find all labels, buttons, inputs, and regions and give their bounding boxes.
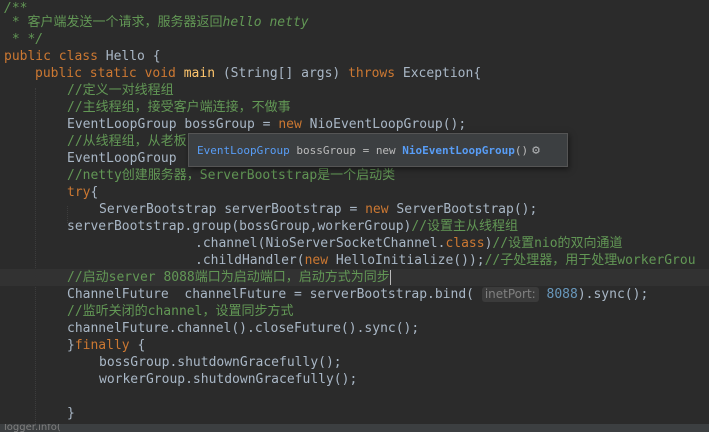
line-comment: //主线程组，接受客户端连接，不做事 [67, 100, 291, 115]
code-text: serverBootstrap.group(bossGroup,workerGr… [67, 219, 412, 234]
keyword: new [365, 202, 389, 217]
code-editor[interactable]: /** * 客户端发送一个请求，服务器返回hello netty * */ pu… [0, 0, 709, 432]
code-text: EventLoopGroup bossGroup = [67, 117, 279, 132]
keyword: public static void [35, 66, 176, 81]
code-text: .channel(NioServerSocketChannel. [195, 236, 446, 251]
brace: } [67, 406, 75, 421]
code-line: * */ [4, 31, 43, 48]
code-text: ServerBootstrap serverBootstrap = [99, 202, 366, 217]
current-line[interactable]: //启动server 8088端口为启动端口，启动方式为同步 [0, 269, 709, 286]
doc-comment-text: 客户端发送一个请求，服务器返回 [27, 15, 223, 30]
number-literal: 8088 [538, 287, 578, 302]
brace: { [90, 185, 99, 200]
code-text: workerGroup.shutdownGracefully(); [99, 372, 358, 387]
code-line: ServerBootstrap serverBootstrap = new Se… [99, 201, 537, 218]
code-text: EventLoopGroup [67, 151, 177, 166]
exception-type: Exception{ [395, 66, 482, 81]
code-line: //定义一对线程组 [67, 82, 174, 99]
code-text: NioEventLoopGroup(); [301, 117, 467, 132]
line-comment: //设置nio的双向通道 [492, 236, 623, 251]
keyword: finally [74, 338, 130, 353]
line-comment: //从线程组，从老板 [67, 134, 187, 149]
code-text: ChannelFuture channelFuture = serverBoot… [67, 287, 482, 302]
code-line: //监听关闭的channel，设置同步方式 [67, 303, 293, 320]
code-line: } [67, 405, 75, 422]
code-line: public static void main (String[] args) … [35, 65, 481, 82]
code-text: ).sync(); [577, 287, 649, 302]
indent-guide [35, 88, 37, 424]
code-line: try{ [67, 184, 98, 201]
gear-icon[interactable]: ⚙ [532, 143, 540, 158]
code-text: HelloInitialize()); [328, 253, 485, 268]
keyword: class [445, 236, 485, 251]
keyword: new [278, 117, 302, 132]
code-line: bossGroup.shutdownGracefully(); [99, 354, 342, 371]
line-comment: //子处理器，用于处理workerGrou [484, 253, 696, 268]
quick-doc-tooltip[interactable]: EventLoopGroup bossGroup = new NioEventL… [188, 133, 568, 167]
line-comment: //netty创建服务器，ServerBootstrap是一个启动类 [67, 168, 396, 183]
method-params: (String[] args) [215, 66, 349, 81]
code-line: public class Hello { [4, 48, 161, 65]
line-comment: //定义一对线程组 [67, 83, 174, 98]
code-line: ChannelFuture channelFuture = serverBoot… [67, 286, 648, 303]
class-declaration: Hello { [97, 49, 161, 64]
code-text: .childHandler( [195, 253, 305, 268]
line-comment: //监听关闭的channel，设置同步方式 [67, 304, 294, 319]
code-text: bossGroup.shutdownGracefully(); [99, 355, 342, 370]
code-line: * 客户端发送一个请求，服务器返回hello netty [4, 14, 309, 31]
doc-comment: * [4, 15, 28, 30]
doc-comment: * */ [4, 32, 44, 47]
keyword: public class [4, 49, 98, 64]
code-text: ServerBootstrap(); [388, 202, 538, 217]
code-text: logger.info( [4, 424, 61, 432]
code-line: //从线程组，从老板 [67, 133, 187, 150]
keyword: throws [348, 66, 396, 81]
tooltip-class: NioEventLoopGroup [395, 143, 515, 157]
code-line: }finally { [67, 337, 145, 354]
brace: { [129, 338, 146, 353]
code-line: .channel(NioServerSocketChannel.class)//… [195, 235, 623, 252]
brace: } [67, 338, 75, 353]
text-caret [389, 270, 391, 285]
parameter-hint: inetPort: [481, 287, 539, 302]
keyword: new [304, 253, 329, 268]
code-line: workerGroup.shutdownGracefully(); [99, 371, 357, 388]
cut-off-line: logger.info( [0, 424, 709, 432]
keyword: try [67, 185, 91, 200]
line-comment: //设置主从线程组 [411, 219, 519, 234]
code-text: channelFuture.channel().closeFuture().sy… [67, 321, 420, 336]
code-line: //主线程组，接受客户端连接，不做事 [67, 99, 291, 116]
doc-comment-tag: hello netty [222, 15, 309, 30]
tooltip-parens: () [514, 143, 529, 157]
code-line: EventLoopGroup [67, 150, 177, 167]
tooltip-variable: bossGroup = [289, 143, 376, 157]
method-name: main [183, 66, 216, 81]
code-line: EventLoopGroup bossGroup = new NioEventL… [67, 116, 466, 133]
code-line: serverBootstrap.group(bossGroup,workerGr… [67, 218, 518, 235]
code-line: channelFuture.channel().closeFuture().sy… [67, 320, 419, 337]
line-comment: //启动server 8088端口为启动端口，启动方式为同步 [67, 270, 390, 285]
code-line: .childHandler(new HelloInitialize());//子… [195, 252, 696, 269]
code-line: //netty创建服务器，ServerBootstrap是一个启动类 [67, 167, 395, 184]
tooltip-type: EventLoopGroup [197, 143, 290, 157]
tooltip-keyword: new [375, 143, 396, 157]
